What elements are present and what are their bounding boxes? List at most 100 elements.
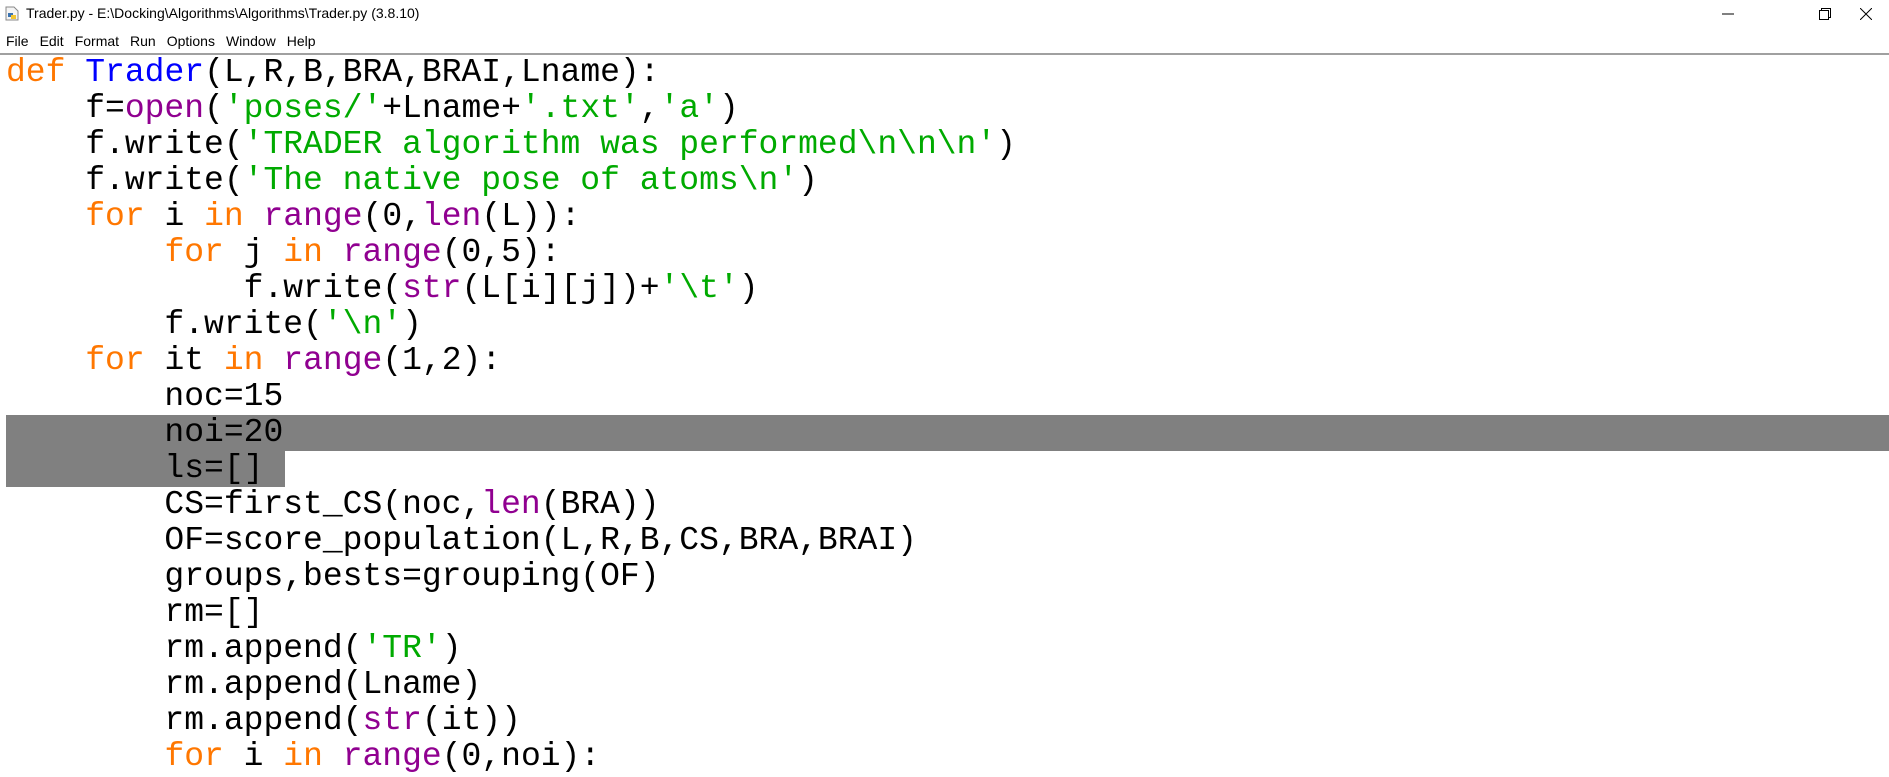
code-line: rm.append(str(it)) bbox=[6, 703, 521, 739]
token-plain: ls=[] bbox=[6, 450, 264, 487]
token-plain: rm=[] bbox=[6, 594, 264, 631]
token-plain: j bbox=[223, 234, 284, 271]
code-line: for it in range(1,2): bbox=[6, 343, 501, 379]
close-icon bbox=[1860, 8, 1872, 20]
token-plain: it bbox=[144, 342, 224, 379]
token-str: 'The native pose of atoms\n' bbox=[243, 162, 799, 199]
token-plain: f= bbox=[6, 90, 125, 127]
selection-highlight bbox=[6, 415, 1889, 451]
code-line: f.write('The native pose of atoms\n') bbox=[6, 163, 818, 199]
code-line: for j in range(0,5): bbox=[6, 234, 560, 271]
menu-bar: File Edit Format Run Options Window Help bbox=[0, 29, 1889, 53]
token-plain: (it)) bbox=[421, 702, 521, 739]
token-kw: in bbox=[204, 198, 244, 235]
code-line: f=open('poses/'+Lname+'.txt','a') bbox=[6, 91, 739, 127]
code-line: f.write('TRADER algorithm was performed\… bbox=[6, 127, 1016, 163]
token-plain: , bbox=[639, 90, 660, 127]
restore-button[interactable] bbox=[1802, 0, 1848, 28]
token-plain: ) bbox=[996, 126, 1016, 163]
token-plain: f.write( bbox=[6, 126, 244, 163]
token-str: 'poses/' bbox=[223, 90, 383, 127]
token-str: 'TRADER algorithm was performed\n\n\n' bbox=[243, 126, 997, 163]
token-kw: for bbox=[164, 234, 224, 271]
token-bi: open bbox=[124, 90, 205, 127]
token-plain: groups,bests=grouping(OF) bbox=[6, 558, 660, 595]
token-kw: in bbox=[223, 342, 264, 379]
minimize-button[interactable] bbox=[1705, 0, 1751, 28]
minimize-icon bbox=[1722, 13, 1734, 15]
window-title: Trader.py - E:\Docking\Algorithms\Algori… bbox=[26, 5, 420, 21]
menu-window[interactable]: Window bbox=[220, 33, 281, 49]
token-kw: in bbox=[283, 738, 323, 775]
token-plain: (1,2): bbox=[382, 342, 502, 379]
token-str: '.txt' bbox=[520, 90, 640, 127]
token-plain: OF=score_population(L,R,B,CS,BRA,BRAI) bbox=[6, 522, 917, 559]
token-plain: ) bbox=[798, 162, 818, 199]
code-line: f.write('\n') bbox=[6, 306, 422, 343]
token-plain: ( bbox=[204, 90, 224, 127]
token-plain: (0, bbox=[362, 198, 422, 235]
code-line: rm.append(Lname) bbox=[6, 667, 481, 703]
code-line: rm=[] bbox=[6, 595, 263, 631]
token-kw: for bbox=[164, 738, 224, 775]
token-plain: f.write( bbox=[6, 162, 244, 199]
token-plain: +Lname+ bbox=[382, 90, 521, 127]
menu-help[interactable]: Help bbox=[281, 33, 321, 49]
token-plain: ) bbox=[718, 90, 739, 127]
token-plain: noc=15 bbox=[6, 378, 284, 415]
code-line: OF=score_population(L,R,B,CS,BRA,BRAI) bbox=[6, 523, 917, 559]
token-bi: str bbox=[402, 270, 462, 307]
python-idle-icon bbox=[5, 6, 19, 21]
token-plain: (0,noi): bbox=[441, 738, 601, 775]
token-plain: (BRA)) bbox=[540, 486, 660, 523]
code-line: for i in range(0,noi): bbox=[6, 739, 600, 775]
token-def: Trader bbox=[85, 55, 205, 91]
token-kw: in bbox=[283, 234, 323, 271]
menu-format[interactable]: Format bbox=[69, 33, 124, 49]
token-plain: (L[i][j])+ bbox=[461, 270, 660, 307]
token-kw: def bbox=[6, 55, 66, 91]
token-bi: len bbox=[481, 486, 541, 523]
menu-file[interactable]: File bbox=[0, 33, 34, 49]
code-line: groups,bests=grouping(OF) bbox=[6, 558, 660, 595]
menu-options[interactable]: Options bbox=[161, 33, 220, 49]
token-plain: rm.append( bbox=[6, 702, 363, 739]
token-bi: str bbox=[362, 702, 422, 739]
token-bi: range bbox=[283, 342, 383, 379]
code-line: noc=15 bbox=[6, 379, 283, 415]
close-button[interactable] bbox=[1843, 0, 1889, 28]
menu-run[interactable]: Run bbox=[124, 33, 161, 49]
token-plain: f.write( bbox=[6, 270, 403, 307]
token-str: 'a' bbox=[659, 90, 719, 127]
token-str: '\n' bbox=[322, 306, 403, 343]
token-plain: rm.append(Lname) bbox=[6, 666, 482, 703]
token-plain: i bbox=[223, 738, 284, 775]
token-plain: rm.append( bbox=[6, 630, 363, 667]
code-line: for i in range(0,len(L)): bbox=[6, 199, 580, 235]
token-plain: CS=first_CS(noc, bbox=[6, 486, 482, 523]
token-plain: ) bbox=[402, 306, 422, 343]
code-editor[interactable]: def Trader(L,R,B,BRA,BRAI,Lname): f=open… bbox=[0, 55, 1889, 777]
token-bi: range bbox=[342, 738, 442, 775]
token-kw: for bbox=[85, 342, 145, 379]
code-line: noi=20 bbox=[6, 415, 283, 451]
menu-edit[interactable]: Edit bbox=[34, 33, 69, 49]
token-plain: ) bbox=[738, 270, 759, 307]
token-plain: (L)): bbox=[481, 198, 581, 235]
token-plain: (L,R,B,BRA,BRAI,Lname): bbox=[204, 55, 660, 91]
restore-icon bbox=[1819, 8, 1831, 20]
token-str: 'TR' bbox=[362, 630, 442, 667]
code-line: ls=[] bbox=[6, 451, 263, 487]
token-str: '\t' bbox=[659, 270, 739, 307]
code-line: def Trader(L,R,B,BRA,BRAI,Lname): bbox=[6, 55, 660, 91]
title-bar: Trader.py - E:\Docking\Algorithms\Algori… bbox=[0, 0, 1889, 28]
token-bi: len bbox=[421, 198, 482, 235]
code-line: CS=first_CS(noc,len(BRA)) bbox=[6, 486, 660, 523]
